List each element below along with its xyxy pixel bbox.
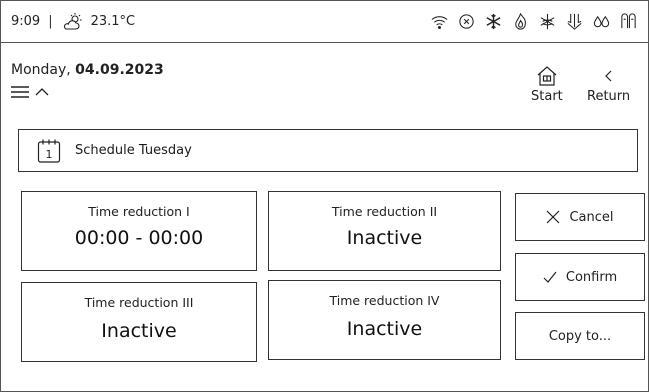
tile-label: Time reduction II [331,204,438,219]
tile-label: Time reduction IV [329,293,440,308]
flame-icon [511,12,530,31]
status-icons [430,12,638,31]
tile-label: Time reduction I [88,204,190,219]
confirm-label: Confirm [565,269,618,285]
return-label: Return [587,89,631,104]
menu-controls [11,85,49,99]
clock-time: 9:09 [11,14,41,29]
weather-sun-cloud-icon [63,12,83,32]
tile-value: Inactive [101,320,177,342]
hot-water-icon [619,12,638,31]
start-label: Start [531,89,563,104]
snowflake-icon [484,12,503,31]
date-value: 04.09.2023 [75,62,164,78]
home-icon [535,63,559,89]
tile-value: 00:00 - 00:00 [74,227,204,249]
wifi-icon [430,12,449,31]
checkmark-icon [543,271,557,283]
outdoor-temperature: 23.1°C [90,14,136,29]
time-reduction-1-tile[interactable]: Time reduction I 00:00 - 00:00 [21,191,257,271]
tile-value: Inactive [346,227,423,249]
arrows-down-icon [565,12,584,31]
close-icon [546,210,560,224]
tile-value: Inactive [346,318,423,340]
water-drops-icon [592,12,611,31]
defrost-icon [538,12,557,31]
copy-to-label: Copy to... [548,328,612,344]
calendar-icon: 1 [37,138,61,164]
time-reduction-4-tile[interactable]: Time reduction IV Inactive [268,280,501,360]
schedule-title: Schedule Tuesday [75,143,192,158]
time-reduction-2-tile[interactable]: Time reduction II Inactive [268,191,501,271]
copy-to-button[interactable]: Copy to... [515,312,645,360]
tile-label: Time reduction III [84,295,194,310]
time-reduction-3-tile[interactable]: Time reduction III Inactive [21,282,257,362]
status-left: 9:09 | 23.1°C [1,12,135,32]
return-button[interactable]: Return [587,63,630,104]
app-window: 9:09 | 23.1°C Monday, 04.09.2023 Start R… [0,0,649,392]
cancel-button[interactable]: Cancel [515,193,645,241]
hamburger-menu-icon[interactable] [11,85,29,99]
schedule-selector[interactable]: 1 Schedule Tuesday [18,129,638,172]
confirm-button[interactable]: Confirm [515,253,645,301]
chevron-up-icon[interactable] [35,86,49,98]
cancel-label: Cancel [569,209,614,225]
start-button[interactable]: Start [531,63,563,104]
current-date: Monday, 04.09.2023 [11,62,164,78]
status-bar: 9:09 | 23.1°C [1,1,648,43]
status-separator: | [48,14,53,29]
circle-x-icon [457,12,476,31]
weekday-label: Monday, [11,62,76,78]
calendar-day-number: 1 [46,148,53,161]
chevron-left-icon [602,63,616,89]
